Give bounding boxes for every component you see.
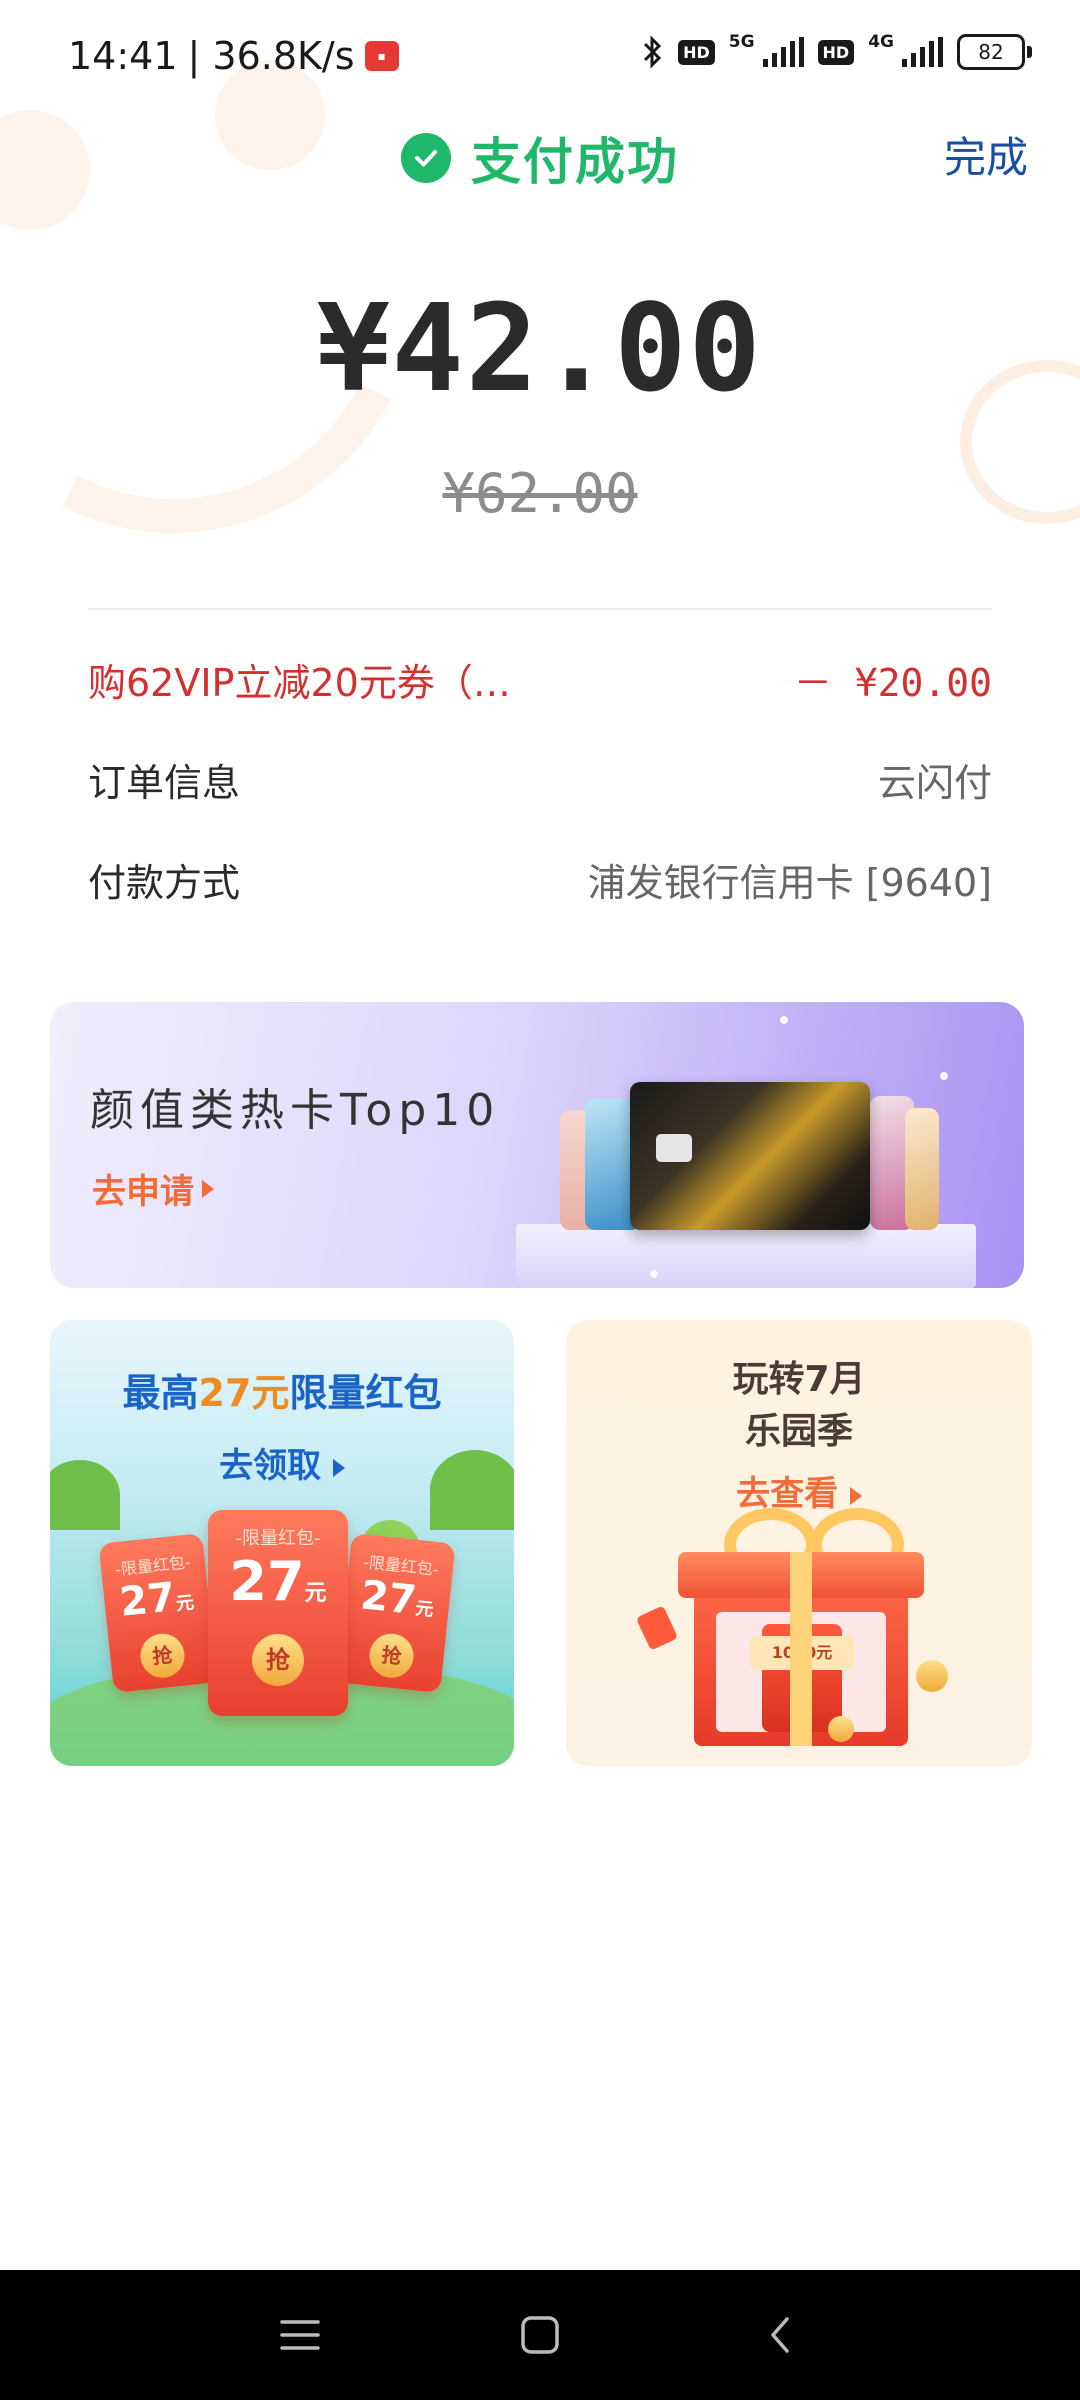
red-envelope: -限量红包- 27元 抢 xyxy=(98,1532,218,1694)
paid-amount: ¥42.00 xyxy=(317,280,763,419)
bluetooth-icon xyxy=(644,35,662,69)
coin-icon xyxy=(916,1660,948,1692)
status-bar: 14:41 | 36.8K/s ▪ HD 5G HD 4G 82 xyxy=(0,0,1080,110)
arrow-right-icon xyxy=(849,1487,862,1505)
discount-row[interactable]: 购62VIP立减20元券（… － ¥20.00 xyxy=(88,652,992,707)
payment-success-screen: 14:41 | 36.8K/s ▪ HD 5G HD 4G 82 支付成功 完成… xyxy=(0,0,1080,2400)
payment-method-value: 浦发银行信用卡 [9640] xyxy=(587,861,992,905)
battery-icon: 82 xyxy=(957,34,1032,70)
order-info-value: 云闪付 xyxy=(877,761,992,805)
grab-icon: 抢 xyxy=(252,1634,304,1686)
sparkle xyxy=(650,1270,658,1278)
network-type-label: 5G xyxy=(728,32,755,52)
order-info-row[interactable]: 订单信息 云闪付 xyxy=(88,752,992,807)
apply-link[interactable]: 去申请 xyxy=(92,1164,214,1213)
signal-icon xyxy=(902,37,943,67)
featured-credit-card-image xyxy=(630,1082,870,1230)
hd-icon: HD xyxy=(678,39,715,65)
envelope-unit: 元 xyxy=(414,1598,435,1621)
title-line2: 乐园季 xyxy=(744,1411,853,1452)
success-header: 支付成功 xyxy=(0,122,1080,194)
system-nav-bar xyxy=(0,2270,1080,2400)
promo-right-title: 玩转7月 乐园季 xyxy=(566,1354,1032,1458)
claim-link-label: 去领取 xyxy=(219,1446,322,1486)
banner-title: 颜值类热卡Top10 xyxy=(90,1085,501,1136)
battery-level: 82 xyxy=(957,34,1025,70)
card-podium xyxy=(516,1224,976,1288)
grab-icon: 抢 xyxy=(367,1631,416,1680)
menu-icon xyxy=(280,2320,320,2350)
gift-ribbon xyxy=(790,1552,812,1746)
home-button[interactable] xyxy=(510,2305,570,2365)
order-info-label: 订单信息 xyxy=(88,761,241,805)
title-amount: 27元 xyxy=(198,1371,290,1415)
red-envelope: -限量红包- 27元 抢 xyxy=(336,1532,456,1694)
divider xyxy=(88,608,992,610)
envelope-caption: -限量红包- xyxy=(235,1528,321,1549)
discount-value: － ¥20.00 xyxy=(793,661,992,705)
envelope-amount: 27 xyxy=(229,1550,305,1613)
menu-button[interactable] xyxy=(270,2305,330,2365)
discount-label: 购62VIP立减20元券（… xyxy=(88,661,511,705)
payment-method-label: 付款方式 xyxy=(88,861,241,905)
original-amount: ¥62.00 xyxy=(442,462,638,525)
home-icon xyxy=(521,2316,559,2354)
sparkle xyxy=(940,1072,948,1080)
grab-icon: 抢 xyxy=(138,1631,187,1680)
network-type-label: 4G xyxy=(868,32,894,52)
envelope-unit: 元 xyxy=(174,1592,196,1616)
status-left: 14:41 | 36.8K/s ▪ xyxy=(68,34,399,78)
network-speed: | 36.8K/s xyxy=(187,34,355,78)
view-link[interactable]: 去查看 xyxy=(566,1466,1032,1515)
status-time: 14:41 xyxy=(68,34,178,78)
title-suffix: 限量红包 xyxy=(289,1371,442,1415)
envelope-amount: 27 xyxy=(117,1574,178,1626)
payment-method-row[interactable]: 付款方式 浦发银行信用卡 [9640] xyxy=(88,852,992,907)
check-circle-icon xyxy=(401,133,451,183)
credit-card-banner[interactable]: 颜值类热卡Top10 去申请 xyxy=(50,1002,1024,1288)
title-prefix: 最高 xyxy=(122,1371,199,1415)
page-title: 支付成功 xyxy=(471,133,679,191)
back-icon xyxy=(771,2317,789,2353)
title-line1: 玩转7月 xyxy=(732,1359,866,1400)
envelope-unit: 元 xyxy=(304,1581,327,1606)
envelope-amount: 27 xyxy=(358,1572,419,1624)
hd-icon: HD xyxy=(817,39,855,65)
view-link-label: 去查看 xyxy=(736,1474,839,1514)
red-envelope: -限量红包- 27元 抢 xyxy=(208,1510,348,1716)
card-chip xyxy=(656,1134,692,1162)
claim-link[interactable]: 去领取 xyxy=(50,1438,514,1487)
arrow-right-icon xyxy=(202,1179,214,1198)
done-button[interactable]: 完成 xyxy=(944,124,1028,185)
park-season-promo[interactable]: 玩转7月 乐园季 去查看 1000元 xyxy=(566,1320,1032,1766)
credit-card-image xyxy=(905,1108,939,1230)
coin-icon xyxy=(828,1716,854,1742)
red-envelope-icon xyxy=(635,1605,679,1651)
promo-left-title: 最高27元限量红包 xyxy=(50,1362,514,1417)
arrow-right-icon xyxy=(332,1459,345,1477)
red-packet-promo[interactable]: 最高27元限量红包 去领取 -限量红包- 27元 抢 -限量红包- 27元 抢 … xyxy=(50,1320,514,1766)
notification-app-icon: ▪ xyxy=(364,41,399,71)
back-button[interactable] xyxy=(750,2305,810,2365)
apply-link-label: 去申请 xyxy=(92,1172,194,1212)
signal-icon xyxy=(762,37,804,67)
status-right: HD 5G HD 4G 82 xyxy=(642,32,1032,70)
sparkle xyxy=(780,1016,788,1024)
